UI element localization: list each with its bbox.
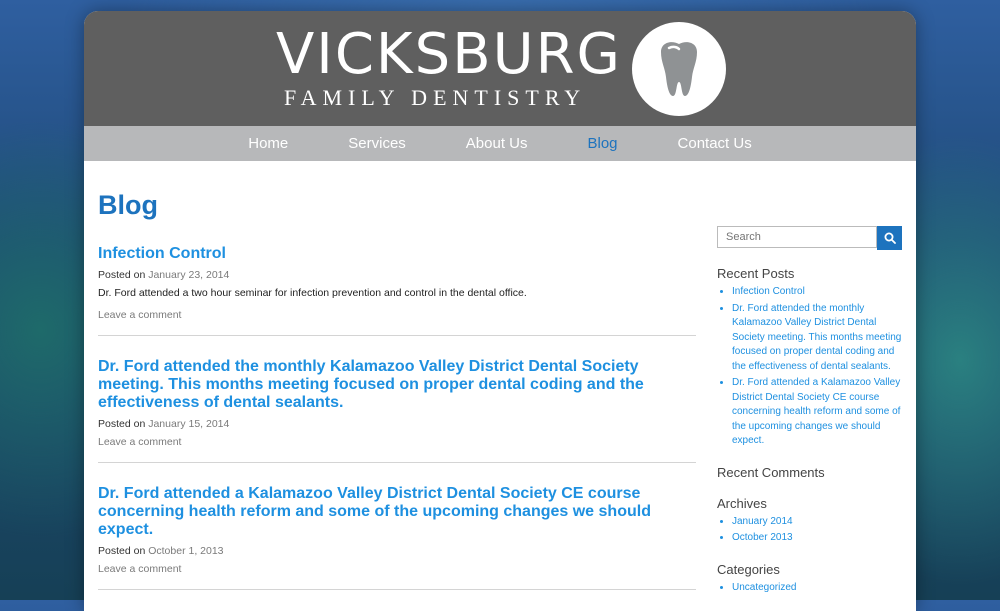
- sidebar: Recent Posts Infection Control Dr. Ford …: [717, 226, 902, 597]
- leave-comment-link[interactable]: Leave a comment: [98, 309, 696, 321]
- recent-post-link[interactable]: Dr. Ford attended the monthly Kalamazoo …: [732, 302, 902, 375]
- category-link[interactable]: Uncategorized: [732, 581, 902, 596]
- post-meta: Posted on January 15, 2014: [98, 418, 696, 430]
- post-title[interactable]: Dr. Ford attended the monthly Kalamazoo …: [98, 358, 696, 412]
- search-form: [717, 226, 902, 250]
- posted-on-label: Posted on: [98, 269, 146, 281]
- post-date[interactable]: October 1, 2013: [148, 545, 223, 557]
- logo-subtitle[interactable]: FAMILY DENTISTRY: [284, 85, 586, 111]
- recent-posts-title: Recent Posts: [717, 266, 795, 281]
- recent-comments-title: Recent Comments: [717, 464, 825, 480]
- blog-post: Dr. Ford attended the monthly Kalamazoo …: [98, 358, 696, 463]
- nav-home[interactable]: Home: [248, 126, 288, 161]
- posted-on-label: Posted on: [98, 418, 146, 430]
- archives-title: Archives: [717, 495, 767, 511]
- post-title[interactable]: Infection Control: [98, 245, 696, 263]
- search-button[interactable]: [877, 226, 902, 250]
- leave-comment-link[interactable]: Leave a comment: [98, 436, 696, 448]
- site-wrapper: VICKSBURG FAMILY DENTISTRY Home Services…: [84, 11, 916, 611]
- nav-blog[interactable]: Blog: [588, 126, 618, 161]
- site-header: VICKSBURG FAMILY DENTISTRY: [84, 11, 916, 126]
- recent-posts-list: Infection Control Dr. Ford attended the …: [717, 285, 902, 449]
- search-icon: [884, 232, 896, 244]
- archive-link[interactable]: October 2013: [732, 531, 902, 546]
- categories-list: Uncategorized: [717, 581, 902, 596]
- categories-title: Categories: [717, 561, 780, 577]
- recent-post-link[interactable]: Dr. Ford attended a Kalamazoo Valley Dis…: [732, 376, 902, 449]
- blog-post: Infection Control Posted on January 23, …: [98, 245, 696, 336]
- page-title: Blog: [98, 190, 158, 220]
- post-excerpt: Dr. Ford attended a two hour seminar for…: [98, 287, 527, 299]
- search-input[interactable]: [717, 226, 877, 248]
- post-date[interactable]: January 15, 2014: [148, 418, 229, 430]
- leave-comment-link[interactable]: Leave a comment: [98, 563, 696, 575]
- nav-contact-us[interactable]: Contact Us: [678, 126, 752, 161]
- post-date[interactable]: January 23, 2014: [148, 269, 229, 281]
- recent-post-link[interactable]: Infection Control: [732, 285, 902, 300]
- blog-post: Dr. Ford attended a Kalamazoo Valley Dis…: [98, 485, 696, 590]
- posted-on-label: Posted on: [98, 545, 146, 557]
- post-meta: Posted on January 23, 2014: [98, 269, 696, 281]
- nav-about-us[interactable]: About Us: [466, 126, 528, 161]
- archive-link[interactable]: January 2014: [732, 515, 902, 530]
- main-content: Blog Infection Control Posted on January…: [98, 183, 696, 611]
- logo-title[interactable]: VICKSBURG: [276, 25, 622, 85]
- post-meta: Posted on October 1, 2013: [98, 545, 696, 557]
- nav-services[interactable]: Services: [348, 126, 406, 161]
- main-nav: Home Services About Us Blog Contact Us: [84, 126, 916, 161]
- archives-list: January 2014 October 2013: [717, 515, 902, 546]
- tooth-icon[interactable]: [632, 22, 726, 116]
- post-title[interactable]: Dr. Ford attended a Kalamazoo Valley Dis…: [98, 485, 696, 539]
